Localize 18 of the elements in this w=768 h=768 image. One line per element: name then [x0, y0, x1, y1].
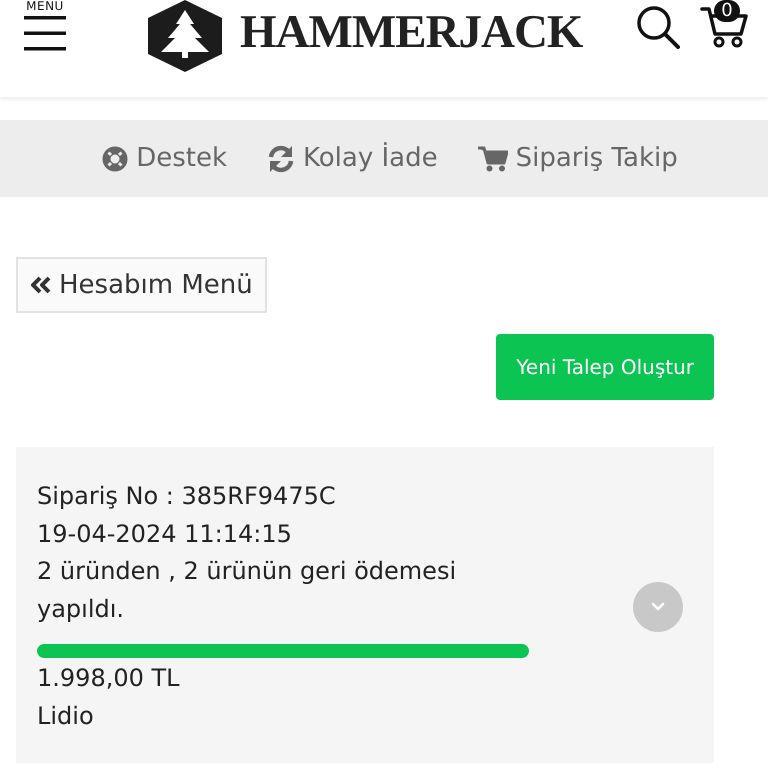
- nav-link[interactable]: Kolay İade: [303, 142, 438, 174]
- search-icon[interactable]: [636, 5, 680, 49]
- payment-method: Lidio: [37, 700, 94, 732]
- menu-icon[interactable]: [24, 16, 66, 52]
- order-date: 19-04-2024 11:14:15: [37, 518, 292, 550]
- logo-wordmark[interactable]: HAMMERJACK: [240, 9, 582, 56]
- nav-link[interactable]: Destek: [136, 142, 228, 174]
- nav-link[interactable]: Sipariş Takip: [516, 142, 678, 174]
- tree-logo-icon[interactable]: [148, 0, 222, 72]
- refresh-icon[interactable]: [267, 144, 296, 172]
- lifebuoy-icon[interactable]: [102, 146, 128, 172]
- back-button[interactable]: Hesabım Menü: [16, 257, 267, 313]
- order-amount: 1.998,00 TL: [37, 663, 180, 694]
- refund-status: 2 üründen , 2 ürünün geri ödemesi yapıldı.: [37, 556, 458, 624]
- menu-label[interactable]: MENU: [26, 0, 64, 13]
- cart-count-badge: 0: [714, 0, 740, 22]
- double-chevron-left-icon: [30, 276, 52, 294]
- order-number: Sipariş No : 385RF9475C: [37, 481, 336, 512]
